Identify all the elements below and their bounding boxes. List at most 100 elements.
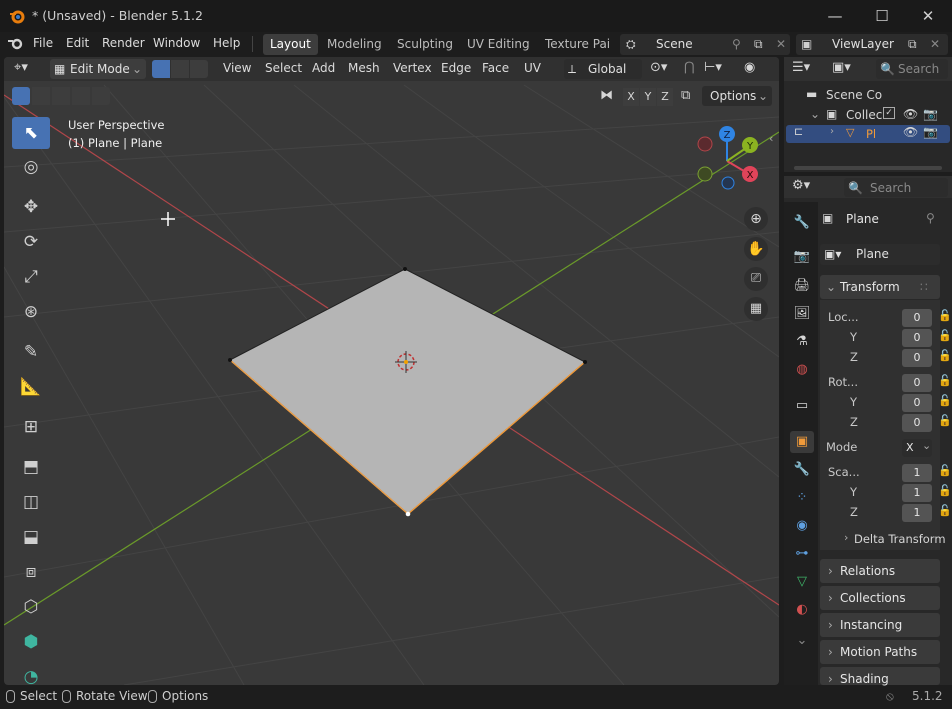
drag-handle-icon[interactable]: ∷ (920, 275, 928, 299)
pin-icon[interactable]: ⚲ (926, 211, 935, 225)
shading-panel-header[interactable]: › Shading (820, 667, 940, 686)
menu-render[interactable]: Render (102, 36, 145, 50)
cursor-tool-icon[interactable]: ◎ (12, 151, 50, 183)
loop-cut-tool-icon[interactable]: ⧈ (12, 556, 50, 588)
scale-x-field[interactable]: 1 (902, 464, 932, 482)
delete-view-layer-icon[interactable]: ✕ (930, 34, 940, 54)
world-tab-icon[interactable]: ◍ (790, 359, 814, 381)
lock-icon[interactable]: 🔓 (938, 464, 952, 477)
poly-build-tool-icon[interactable]: ⬢ (12, 626, 50, 658)
outliner-row-collection[interactable]: ⌄ ▣ Collec ✓ 👁 📷 (784, 105, 952, 125)
transform-tool-icon[interactable]: ⊛ (12, 296, 50, 328)
menu-view[interactable]: View (223, 61, 251, 75)
sidebar-toggle-icon[interactable]: ‹ (769, 132, 773, 145)
menu-face[interactable]: Face (482, 61, 509, 75)
camera-icon[interactable]: 📷 (923, 125, 938, 139)
display-mode-icon[interactable]: ▣▾ (832, 60, 851, 75)
mirror-z-toggle[interactable]: Z (657, 88, 673, 106)
outliner-search-input[interactable]: 🔍 Search (876, 59, 948, 79)
vertex-select-button[interactable] (152, 60, 170, 78)
select-box-tool-icon[interactable]: ⬉ (12, 117, 50, 149)
scale-z-field[interactable]: 1 (902, 504, 932, 522)
snap-icon[interactable]: ⋂ (684, 60, 695, 75)
maximize-button[interactable]: ☐ (862, 4, 902, 28)
menu-add[interactable]: Add (312, 61, 335, 75)
tab-sculpting[interactable]: Sculpting (390, 34, 460, 55)
select-intersect-button[interactable] (92, 87, 110, 105)
mirror-y-toggle[interactable]: Y (640, 88, 656, 106)
mirror-x-toggle[interactable]: X (623, 88, 639, 106)
collection-tab-icon[interactable]: ▭ (790, 395, 814, 417)
camera-icon[interactable]: 📷 (923, 107, 938, 121)
eye-icon[interactable]: 👁 (903, 107, 918, 121)
viewport-canvas[interactable]: Z Y X (4, 57, 779, 685)
3d-viewport[interactable]: Z Y X ⌖▾ ▦ Edit Mode ⌄ View Select Add M… (4, 57, 779, 685)
properties-editor-icon[interactable]: ⚙▾ (792, 178, 810, 193)
tab-layout[interactable]: Layout (263, 34, 318, 55)
spin-tool-icon[interactable]: ◔ (12, 661, 50, 685)
annotate-tool-icon[interactable]: ✎ (12, 336, 50, 368)
data-tab-icon[interactable]: ▽ (790, 571, 814, 593)
lock-icon[interactable]: 🔓 (938, 394, 952, 407)
object-tab-icon[interactable]: ▣ (790, 431, 814, 453)
location-z-field[interactable]: 0 (902, 349, 932, 367)
lock-icon[interactable]: 🔓 (938, 374, 952, 387)
delete-scene-icon[interactable]: ✕ (776, 34, 786, 54)
tab-modeling[interactable]: Modeling (320, 34, 389, 55)
exclude-checkbox[interactable]: ✓ (883, 107, 895, 119)
menu-vertex[interactable]: Vertex (393, 61, 432, 75)
face-select-button[interactable] (190, 60, 208, 78)
lock-icon[interactable]: 🔓 (938, 504, 952, 517)
lock-icon[interactable]: 🔓 (938, 414, 952, 427)
particles-tab-icon[interactable]: ⁘ (790, 487, 814, 509)
menu-window[interactable]: Window (153, 36, 200, 50)
view-layer-tab-icon[interactable]: 🖼 (790, 303, 814, 325)
motion-paths-panel-header[interactable]: › Motion Paths (820, 640, 940, 664)
physics-tab-icon[interactable]: ◉ (790, 515, 814, 537)
move-tool-icon[interactable]: ✥ (12, 191, 50, 223)
chevron-down-icon[interactable]: ⌄ (790, 630, 814, 652)
extrude-tool-icon[interactable]: ⬒ (12, 451, 50, 483)
mode-dropdown[interactable]: ▦ Edit Mode ⌄ (50, 59, 146, 79)
proportional-edit-icon[interactable]: ◉ (744, 60, 755, 75)
mirror-icon[interactable]: ⧓ (600, 88, 613, 103)
output-tab-icon[interactable]: 🖨 (790, 275, 814, 297)
lock-icon[interactable]: 🔓 (938, 484, 952, 497)
lock-icon[interactable]: 🔓 (938, 309, 952, 322)
snap-target-icon[interactable]: ⊢▾ (704, 60, 722, 75)
scene-tab-icon[interactable]: ⚗ (790, 331, 814, 353)
transform-panel-header[interactable]: ⌄ Transform ∷ (820, 275, 940, 299)
outliner-editor-icon[interactable]: ☰▾ (792, 60, 810, 75)
select-new-button[interactable] (12, 87, 30, 105)
pan-hand-icon[interactable]: ✋ (744, 237, 768, 261)
eye-icon[interactable]: 👁 (903, 125, 918, 139)
blender-menu-icon[interactable] (7, 37, 25, 51)
uv-sync-icon[interactable]: ⧉ (681, 88, 690, 103)
menu-mesh[interactable]: Mesh (348, 61, 380, 75)
tab-uv-editing[interactable]: UV Editing (460, 34, 537, 55)
pin-icon[interactable]: ⚲ (732, 34, 741, 54)
location-x-field[interactable]: 0 (902, 309, 932, 327)
rotate-tool-icon[interactable]: ⟳ (12, 226, 50, 258)
scale-tool-icon[interactable]: ⤢ (12, 261, 50, 293)
tool-tab-icon[interactable]: 🔧 (790, 212, 814, 234)
minimize-button[interactable]: — (815, 4, 855, 28)
outliner-row-plane[interactable]: ⊏ › ▽ Pl 👁 📷 (786, 125, 950, 143)
menu-uv[interactable]: UV (524, 61, 541, 75)
select-invert-button[interactable] (72, 87, 90, 105)
edge-select-button[interactable] (171, 60, 189, 78)
properties-search-input[interactable]: 🔍 Search (844, 178, 948, 197)
scene-selector[interactable]: ⛭ Scene ⚲ ⧉ ✕ (620, 34, 790, 55)
new-view-layer-icon[interactable]: ⧉ (908, 34, 917, 54)
relations-panel-header[interactable]: › Relations (820, 559, 940, 583)
outliner-scrollbar[interactable] (794, 166, 942, 170)
render-tab-icon[interactable]: 📷 (790, 246, 814, 268)
transform-orientation-dropdown[interactable]: ⟂ Global (564, 59, 642, 79)
options-dropdown[interactable]: Options ⌄ (702, 86, 772, 106)
camera-view-icon[interactable]: ⎚ (744, 267, 768, 291)
inset-tool-icon[interactable]: ◫ (12, 486, 50, 518)
select-extend-button[interactable] (32, 87, 50, 105)
collections-panel-header[interactable]: › Collections (820, 586, 940, 610)
editor-type-icon[interactable]: ⌖▾ (14, 60, 28, 75)
menu-file[interactable]: File (33, 36, 53, 50)
